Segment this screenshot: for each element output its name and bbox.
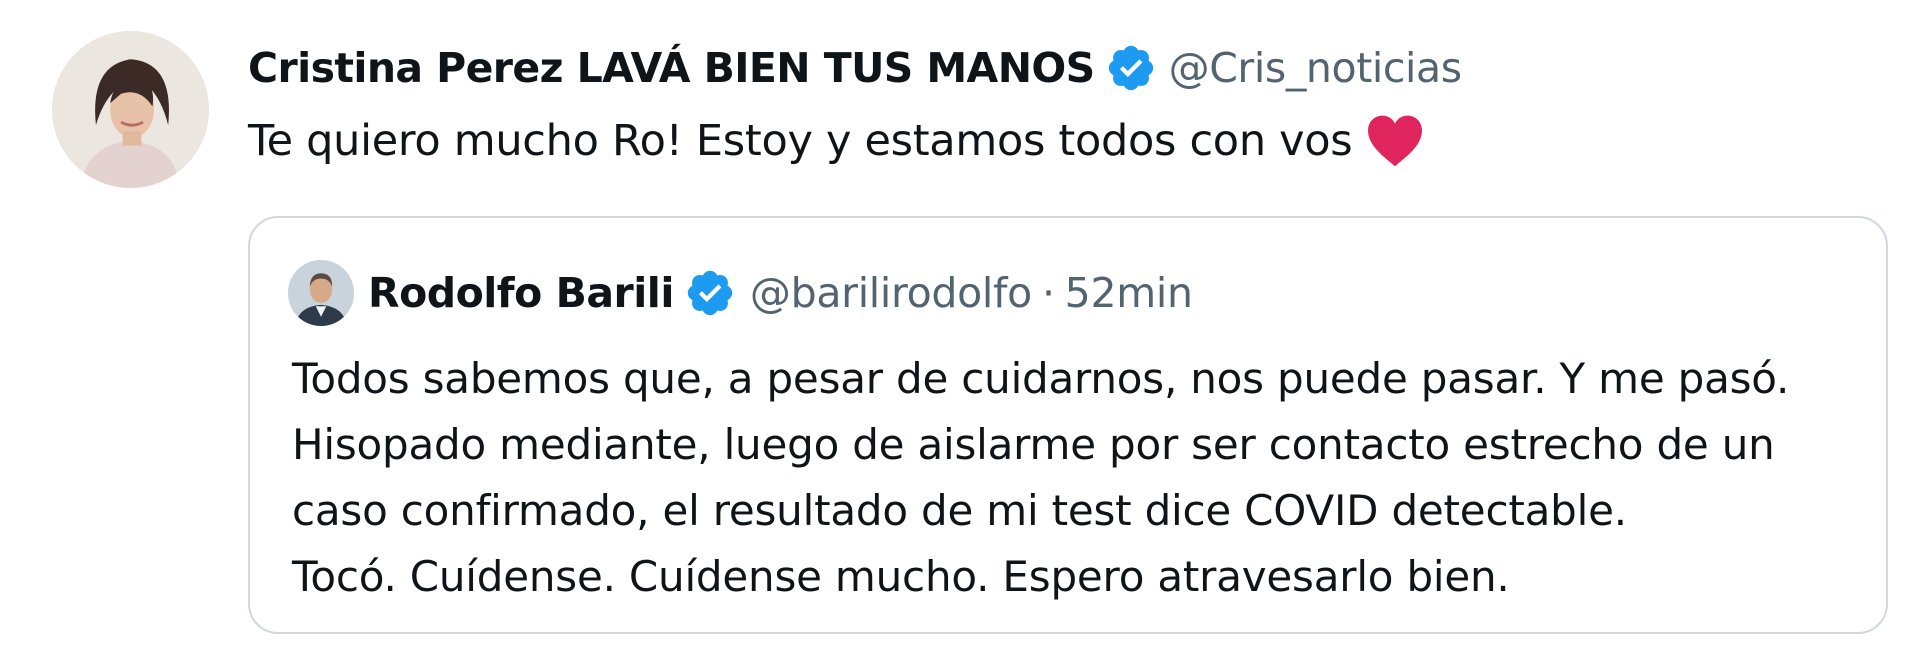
quoted-tweet-header: Rodolfo Barili @barilirodolfo · 52min [288, 260, 1193, 326]
verified-badge-icon [1105, 42, 1157, 94]
verified-badge-icon [684, 267, 736, 319]
quoted-tweet-text: Todos sabemos que, a pesar de cuidarnos,… [292, 346, 1862, 610]
quoted-tweet-line: Tocó. Cuídense. Cuídense mucho. Espero a… [292, 552, 1510, 601]
author-handle[interactable]: @Cris_noticias [1169, 44, 1462, 92]
quoted-tweet-line: Todos sabemos que, a pesar de cuidarnos,… [292, 354, 1790, 403]
tweet: Cristina Perez LAVÁ BIEN TUS MANOS @Cris… [0, 0, 1920, 657]
tweet-text-content: Te quiero mucho Ro! Estoy y estamos todo… [248, 116, 1353, 166]
quoted-author-avatar-image [288, 260, 354, 326]
quoted-author-avatar[interactable] [288, 260, 354, 326]
heart-emoji-icon [1366, 114, 1424, 168]
quoted-tweet-card[interactable]: Rodolfo Barili @barilirodolfo · 52min To… [248, 216, 1888, 634]
author-avatar[interactable] [52, 31, 209, 188]
author-avatar-image [52, 31, 209, 188]
tweet-text: Te quiero mucho Ro! Estoy y estamos todo… [248, 114, 1424, 168]
author-name[interactable]: Cristina Perez LAVÁ BIEN TUS MANOS [248, 44, 1095, 92]
quoted-tweet-timestamp[interactable]: 52min [1065, 269, 1193, 317]
quoted-author-name[interactable]: Rodolfo Barili [368, 269, 674, 317]
quoted-author-handle[interactable]: @barilirodolfo [750, 269, 1032, 317]
quoted-tweet-line: caso confirmado, el resultado de mi test… [292, 486, 1627, 535]
tweet-header: Cristina Perez LAVÁ BIEN TUS MANOS @Cris… [248, 38, 1462, 98]
meta-separator: · [1041, 269, 1055, 317]
quoted-tweet-line: Hisopado mediante, luego de aislarme por… [292, 420, 1775, 469]
